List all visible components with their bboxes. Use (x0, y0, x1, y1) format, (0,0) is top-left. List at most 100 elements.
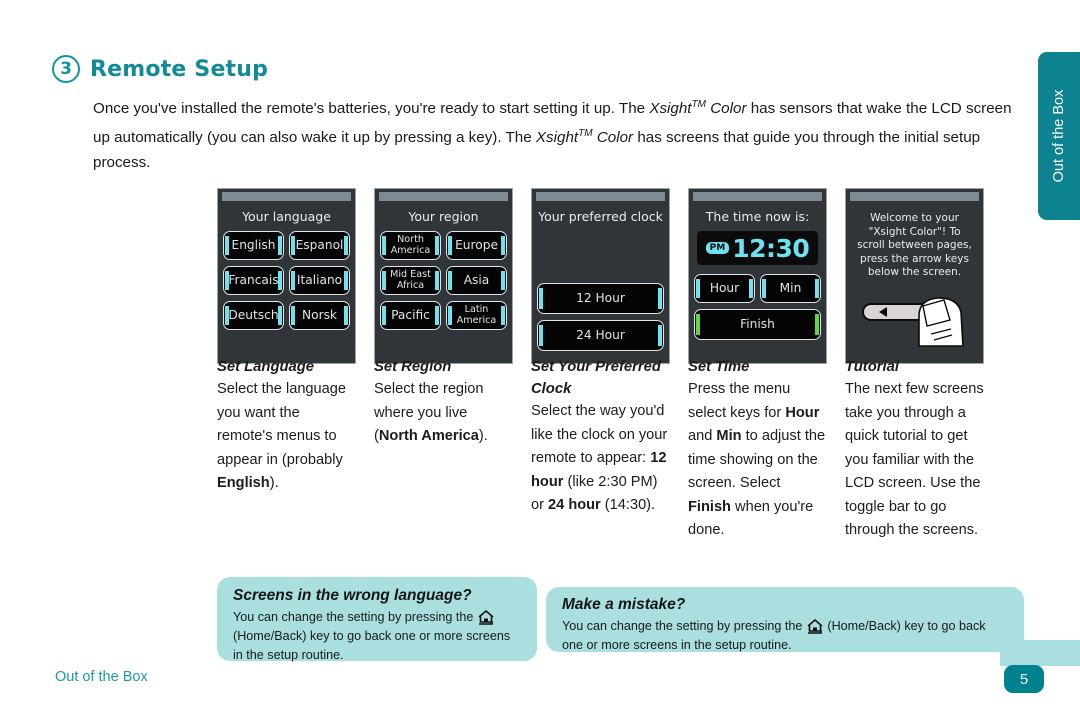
lcd-button-24-hour[interactable]: 24 Hour (537, 320, 664, 351)
lcd-button-deutsch[interactable]: Deutsch (223, 301, 284, 330)
device-screen-clock: Your preferred clock 12 Hour 24 Hour (531, 188, 670, 364)
callout-text-2: (Home/Back) key to go back one or more s… (233, 629, 511, 662)
lcd-button-row: Deutsch Norsk (223, 301, 350, 330)
lcd-button-label: Hour (709, 281, 740, 296)
lcd-button-row: Pacific Latin America (380, 301, 507, 330)
callout-title: Screens in the wrong language? (233, 587, 472, 604)
screen-topbar (850, 192, 979, 201)
time-display: PM 12:30 (697, 231, 818, 265)
lcd-button-row: North America Europe (380, 231, 507, 260)
lcd-button-europe[interactable]: Europe (446, 231, 507, 260)
lcd-button-min[interactable]: Min (760, 274, 821, 303)
lcd-button-label: Deutsch (228, 308, 279, 323)
lcd-button-row: English Espanol (223, 231, 350, 260)
caption-bold-term-2: 24 hour (548, 497, 601, 513)
lcd-button-pacific[interactable]: Pacific (380, 301, 441, 330)
screen-topbar (222, 192, 351, 201)
lcd-button-finish[interactable]: Finish (694, 309, 821, 340)
brand-suffix-2: Color (592, 129, 634, 147)
step-number-badge: 3 (52, 55, 80, 83)
callout-make-a-mistake: Make a mistake? You can change the setti… (546, 587, 1024, 652)
device-screen-tutorial: Welcome to your "Xsight Color"! To scrol… (845, 188, 984, 364)
lcd-button-label: 24 Hour (576, 328, 625, 343)
caption-set-time: Set Time Press the menu select keys for H… (688, 356, 827, 543)
caption-bold-term: English (217, 475, 270, 491)
caption-bold-term-3: Finish (688, 498, 731, 515)
lcd-button-label: Espanol (295, 238, 344, 253)
screen-title-region: Your region (408, 209, 479, 224)
home-back-icon (477, 609, 495, 626)
lcd-button-label: Pacific (391, 308, 430, 323)
lcd-button-asia[interactable]: Asia (446, 266, 507, 295)
intro-paragraph: Once you've installed the remote's batte… (93, 92, 1023, 175)
caption-bold-term: Hour (785, 404, 820, 421)
caption-text: Select the way you'd like the clock on y… (531, 403, 668, 466)
lcd-button-label: Min (779, 281, 802, 296)
caption-set-region: Set Region Select the region where you li… (374, 356, 513, 543)
manual-page: 3 Remote Setup Once you've installed the… (0, 0, 1080, 720)
footer-corner-decoration (1000, 640, 1080, 666)
screen-topbar (379, 192, 508, 201)
lcd-button-label: Mid East Africa (390, 269, 431, 291)
caption-text: Press the menu select keys for (688, 381, 791, 421)
footer-section-label: Out of the Box (55, 669, 148, 685)
hand-toggle-bar-illustration (862, 296, 964, 347)
device-screen-region: Your region North America Europe Mid Eas… (374, 188, 513, 364)
caption-set-language: Set Language Select the language you want… (217, 356, 356, 543)
lcd-button-italiano[interactable]: Italiano (289, 266, 350, 295)
brand-name-1: Xsight (649, 100, 692, 118)
callout-text-1: You can change the setting by pressing t… (562, 619, 806, 633)
lcd-button-label: Latin America (456, 304, 497, 326)
lcd-button-row: 24 Hour (537, 320, 664, 351)
lcd-button-row: Francais Italiano (223, 266, 350, 295)
device-screen-language: Your language English Espanol Francais I… (217, 188, 356, 364)
lcd-button-label: Asia (463, 273, 490, 288)
lcd-button-espanol[interactable]: Espanol (289, 231, 350, 260)
home-back-icon (806, 618, 824, 635)
lcd-button-label: 12 Hour (576, 291, 625, 306)
lcd-button-norsk[interactable]: Norsk (289, 301, 350, 330)
lcd-button-north-america[interactable]: North America (380, 231, 441, 260)
caption-text-end: ). (478, 428, 488, 444)
lcd-button-label: Finish (740, 317, 775, 332)
caption-heading: Set Your Preferred Clock (531, 359, 661, 397)
lcd-button-english[interactable]: English (223, 231, 284, 260)
caption-heading: Set Region (374, 359, 452, 375)
device-screen-time: The time now is: PM 12:30 Hour Min Finis… (688, 188, 827, 364)
device-screens-row: Your language English Espanol Francais I… (217, 188, 984, 364)
screen-topbar (536, 192, 665, 201)
caption-heading: Tutorial (845, 359, 899, 375)
lcd-button-latin-america[interactable]: Latin America (446, 301, 507, 330)
brand-name-2: Xsight (535, 129, 579, 147)
caption-columns: Set Language Select the language you want… (217, 356, 984, 543)
caption-bold-term: North America (378, 428, 479, 444)
callout-wrong-language: Screens in the wrong language? You can c… (217, 577, 537, 662)
side-tab-out-of-the-box[interactable]: Out of the Box (1038, 52, 1080, 220)
lcd-button-label: English (231, 238, 276, 253)
screen-topbar (693, 192, 822, 201)
lcd-button-row: 12 Hour (537, 283, 664, 314)
trademark-1: TM (691, 99, 706, 110)
section-header: 3 Remote Setup (52, 55, 268, 83)
callout-body: You can change the setting by pressing t… (562, 617, 1008, 655)
caption-text: Select the language you want the remote'… (217, 381, 347, 468)
caption-text: The next few screens take you through a … (845, 381, 984, 538)
lcd-button-12-hour[interactable]: 12 Hour (537, 283, 664, 314)
lcd-button-hour[interactable]: Hour (694, 274, 755, 303)
caption-heading: Set Language (217, 359, 315, 375)
caption-text-end: (14:30). (600, 497, 656, 513)
lcd-button-francais[interactable]: Francais (223, 266, 284, 295)
callout-title: Make a mistake? (562, 596, 686, 613)
intro-text-1: Once you've installed the remote's batte… (93, 100, 650, 118)
lcd-button-mid-east-africa[interactable]: Mid East Africa (380, 266, 441, 295)
lcd-button-label: Norsk (302, 308, 337, 323)
time-value: 12:30 (732, 233, 810, 263)
side-tab-label: Out of the Box (1051, 89, 1067, 183)
lcd-button-label: Italiano (296, 273, 343, 288)
caption-bold-term-2: Min (716, 428, 742, 444)
caption-tutorial: Tutorial The next few screens take you th… (845, 356, 984, 543)
caption-text-end: ). (269, 475, 279, 491)
screen-empty-area (537, 231, 664, 283)
lcd-button-label: Francais (228, 273, 279, 288)
lcd-button-label: Europe (455, 238, 498, 253)
